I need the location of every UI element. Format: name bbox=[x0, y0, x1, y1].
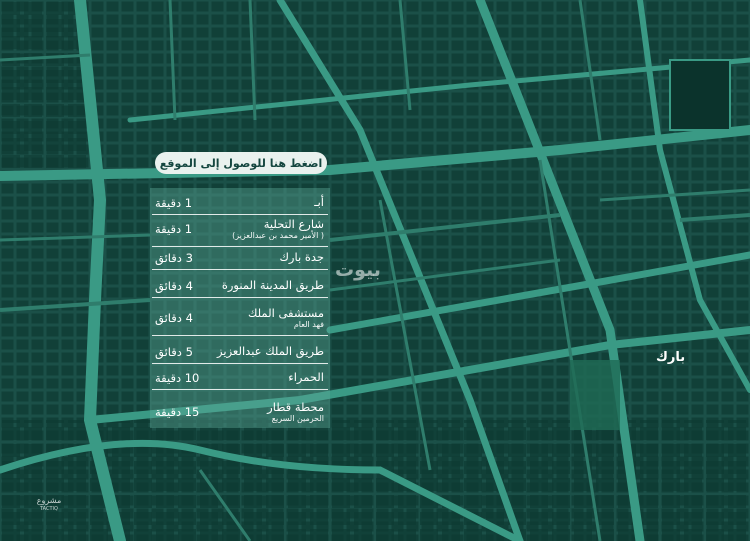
destination-name-sub: ( الأمير محمد بن عبدالعزيز) bbox=[232, 231, 324, 241]
destination-name-main: شارع التحلية bbox=[263, 216, 324, 231]
destination-row: 4 دقائق طريق المدينة المنورة bbox=[150, 276, 330, 296]
landmark-label: بارك bbox=[656, 350, 686, 365]
destination-name-sub: فهد العام bbox=[293, 320, 324, 330]
destination-time: 1 دقيقة bbox=[155, 222, 193, 236]
destination-name: شارع التحلية( الأمير محمد بن عبدالعزيز) bbox=[232, 216, 330, 241]
destination-row: 10 دقيقة الحمراء bbox=[150, 368, 330, 388]
destination-time: 4 دقائق bbox=[155, 311, 193, 325]
row-divider bbox=[152, 246, 328, 247]
destination-row: 4 دقائق مستشفى الملك فهد العام bbox=[150, 302, 330, 334]
destination-name: محطة قطار الحرمين السريع bbox=[267, 399, 330, 424]
destination-name: الحمراء bbox=[288, 371, 330, 384]
park-area bbox=[570, 360, 620, 430]
destination-name-main: أبـ bbox=[314, 195, 324, 210]
destination-name-main: طريق الملك عبدالعزيز bbox=[217, 344, 324, 359]
brand-mark: مشروع bbox=[36, 496, 62, 505]
destination-name: طريق المدينة المنورة bbox=[222, 279, 330, 292]
directions-button-label: اضغط هنا للوصول إلى الموقع bbox=[159, 156, 323, 170]
destination-name-main: طريق المدينة المنورة bbox=[221, 278, 324, 293]
row-divider bbox=[152, 297, 328, 298]
destination-time: 15 دقيقة bbox=[155, 405, 200, 419]
destination-row: 1 دقيقة شارع التحلية( الأمير محمد بن عبدا… bbox=[150, 213, 330, 245]
destination-name-main: جدة بارك bbox=[279, 250, 324, 265]
destination-name: جدة بارك bbox=[279, 251, 330, 264]
landmark-block bbox=[669, 59, 731, 131]
destination-name: طريق الملك عبدالعزيز bbox=[217, 345, 330, 358]
destination-row: 1 دقيقة أبـ bbox=[150, 193, 330, 213]
destination-name-main: محطة قطار bbox=[267, 399, 324, 414]
destination-time: 1 دقيقة bbox=[155, 196, 193, 210]
row-divider bbox=[152, 269, 328, 270]
brand-logo: مشروع TACTIQ bbox=[34, 496, 64, 513]
destination-name-main: مستشفى الملك bbox=[247, 305, 324, 320]
destination-time: 10 دقيقة bbox=[155, 371, 200, 385]
destination-name-main: الحمراء bbox=[288, 370, 324, 385]
destination-row: 15 دقيقة محطة قطار الحرمين السريع bbox=[150, 395, 330, 429]
destination-row: 5 دقائق طريق الملك عبدالعزيز bbox=[150, 342, 330, 362]
watermark: بيوت bbox=[335, 259, 381, 281]
row-divider bbox=[152, 389, 328, 390]
row-divider bbox=[152, 363, 328, 364]
directions-button[interactable]: اضغط هنا للوصول إلى الموقع bbox=[155, 152, 327, 174]
destination-time: 5 دقائق bbox=[155, 345, 193, 359]
destination-row: 3 دقائق جدة بارك bbox=[150, 248, 330, 268]
destination-time: 4 دقائق bbox=[155, 279, 193, 293]
destination-name: مستشفى الملك فهد العام bbox=[247, 305, 330, 330]
brand-text: TACTIQ bbox=[40, 506, 58, 513]
row-divider bbox=[152, 335, 328, 336]
destination-time: 3 دقائق bbox=[155, 251, 193, 265]
destination-name: أبـ bbox=[314, 196, 330, 209]
destination-name-sub: الحرمين السريع bbox=[271, 414, 324, 424]
